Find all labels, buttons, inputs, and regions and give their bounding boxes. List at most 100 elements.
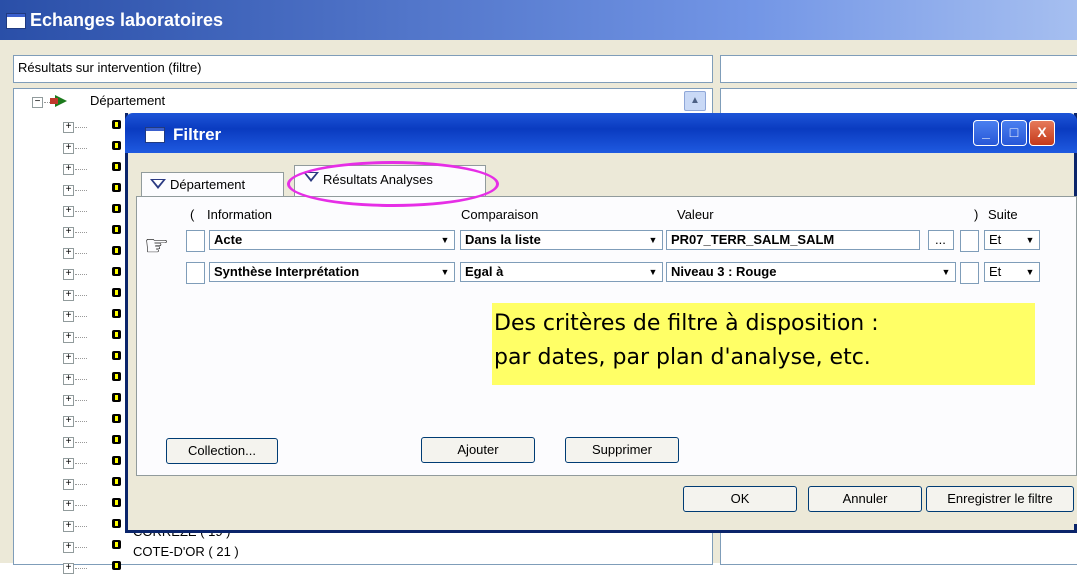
tree-connector: [75, 379, 87, 380]
department-icon: [112, 120, 121, 129]
tree-connector: [75, 316, 87, 317]
expand-icon[interactable]: +: [63, 290, 74, 301]
comparaison-select[interactable]: Dans la liste ▼: [460, 230, 663, 250]
expand-icon[interactable]: +: [63, 458, 74, 469]
valeur-field[interactable]: PR07_TERR_SALM_SALM: [666, 230, 920, 250]
department-icon: [112, 246, 121, 255]
tree-root-label[interactable]: Département: [90, 93, 165, 108]
department-icon: [112, 162, 121, 171]
open-paren-checkbox[interactable]: [186, 262, 205, 284]
department-icon: [112, 141, 121, 150]
department-icon: [112, 351, 121, 360]
department-icon: [112, 330, 121, 339]
close-button[interactable]: X: [1029, 120, 1055, 146]
department-icon: [112, 204, 121, 213]
funnel-icon: [150, 179, 166, 189]
annuler-button[interactable]: Annuler: [808, 486, 922, 512]
expand-icon[interactable]: +: [63, 563, 74, 574]
browse-button[interactable]: ...: [928, 230, 954, 250]
close-paren-checkbox[interactable]: [960, 262, 979, 284]
main-window-titlebar[interactable]: Echanges laboratoires: [0, 0, 1077, 40]
expand-icon[interactable]: +: [63, 185, 74, 196]
expand-icon[interactable]: +: [63, 479, 74, 490]
panel-header-label: Résultats sur intervention (filtre): [18, 60, 202, 75]
department-icon: [112, 183, 121, 192]
expand-icon[interactable]: +: [63, 311, 74, 322]
chevron-down-icon[interactable]: ▼: [437, 232, 453, 248]
suite-select[interactable]: Et ▼: [984, 230, 1040, 250]
department-icon: [112, 498, 121, 507]
chevron-down-icon[interactable]: ▼: [1022, 232, 1038, 248]
chevron-down-icon[interactable]: ▼: [645, 264, 661, 280]
ajouter-button[interactable]: Ajouter: [421, 437, 535, 463]
information-select[interactable]: Acte ▼: [209, 230, 455, 250]
department-icon: [112, 540, 121, 549]
column-comparaison: Comparaison: [461, 207, 539, 222]
tab-departement[interactable]: Département: [141, 172, 284, 196]
supprimer-button[interactable]: Supprimer: [565, 437, 679, 463]
expand-icon[interactable]: +: [63, 269, 74, 280]
collection-button[interactable]: Collection...: [166, 438, 278, 464]
suite-select[interactable]: Et ▼: [984, 262, 1040, 282]
column-valeur: Valeur: [677, 207, 714, 222]
tree-connector: [75, 547, 87, 548]
expand-icon[interactable]: +: [63, 437, 74, 448]
tree-connector: [75, 505, 87, 506]
department-icon: [112, 267, 121, 276]
department-icon: [112, 414, 121, 423]
expand-icon[interactable]: +: [63, 395, 74, 406]
collapse-icon[interactable]: −: [32, 97, 43, 108]
expand-icon[interactable]: +: [63, 227, 74, 238]
enregistrer-filtre-button[interactable]: Enregistrer le filtre: [926, 486, 1074, 512]
department-icon: [112, 225, 121, 234]
expand-icon[interactable]: +: [63, 206, 74, 217]
expand-icon[interactable]: +: [63, 542, 74, 553]
annotation-line-2: par dates, par plan d'analyse, etc.: [494, 345, 871, 370]
expand-icon[interactable]: +: [63, 374, 74, 385]
chevron-down-icon[interactable]: ▼: [437, 264, 453, 280]
expand-icon[interactable]: +: [63, 248, 74, 259]
main-window-title: Echanges laboratoires: [30, 10, 224, 30]
comparaison-select[interactable]: Egal à ▼: [460, 262, 663, 282]
expand-icon[interactable]: +: [63, 500, 74, 511]
expand-icon[interactable]: +: [63, 122, 74, 133]
dialog-title: Filtrer: [173, 125, 222, 144]
expand-icon[interactable]: +: [63, 143, 74, 154]
expand-icon[interactable]: +: [63, 332, 74, 343]
panel-header: Résultats sur intervention (filtre): [13, 55, 713, 83]
tab-label: Département: [170, 177, 246, 192]
department-icon: [112, 477, 121, 486]
expand-icon[interactable]: +: [63, 521, 74, 532]
tree-connector: [75, 526, 87, 527]
tree-connector: [75, 421, 87, 422]
tree-item-label[interactable]: COTE-D'OR ( 21 ): [133, 544, 239, 559]
department-icon: [112, 393, 121, 402]
annotation-line-1: Des critères de filtre à disposition :: [494, 311, 879, 336]
chevron-down-icon[interactable]: ▼: [938, 264, 954, 280]
tree-connector: [75, 211, 87, 212]
information-select[interactable]: Synthèse Interprétation ▼: [209, 262, 455, 282]
tree-connector: [75, 484, 87, 485]
scroll-up-button[interactable]: ▲: [684, 91, 706, 111]
dialog-titlebar[interactable]: Filtrer _ □ X: [125, 113, 1077, 153]
department-icon: [112, 519, 121, 528]
minimize-button[interactable]: _: [973, 120, 999, 146]
column-information: Information: [207, 207, 273, 222]
tree-connector: [75, 169, 87, 170]
expand-icon[interactable]: +: [63, 416, 74, 427]
close-paren-checkbox[interactable]: [960, 230, 979, 252]
ok-button[interactable]: OK: [683, 486, 797, 512]
department-icon: [112, 288, 121, 297]
window-icon: [6, 13, 26, 29]
maximize-button[interactable]: □: [1001, 120, 1027, 146]
tree-connector: [75, 127, 87, 128]
valeur-select[interactable]: Niveau 3 : Rouge ▼: [666, 262, 956, 282]
expand-icon[interactable]: +: [63, 353, 74, 364]
chevron-down-icon[interactable]: ▼: [645, 232, 661, 248]
department-icon: [112, 309, 121, 318]
open-paren-checkbox[interactable]: [186, 230, 205, 252]
annotation-callout: Des critères de filtre à disposition : p…: [492, 303, 1035, 385]
chevron-down-icon[interactable]: ▼: [1022, 264, 1038, 280]
expand-icon[interactable]: +: [63, 164, 74, 175]
tree-connector: [75, 274, 87, 275]
